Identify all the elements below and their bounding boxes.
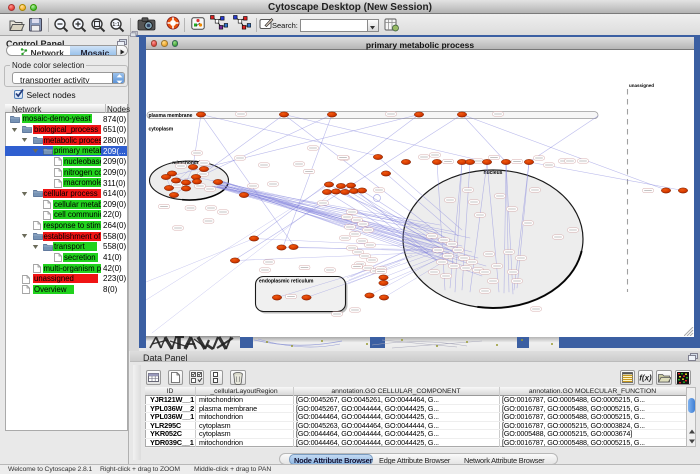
svg-text:plasma membrane: plasma membrane [149, 113, 193, 119]
svg-text:cytoplasm: cytoplasm [149, 127, 174, 133]
svg-text:nucleus: nucleus [484, 170, 503, 176]
svg-text:f(x): f(x) [639, 374, 652, 383]
svg-text:endoplasmic reticulum: endoplasmic reticulum [259, 279, 314, 285]
svg-text:1:1: 1:1 [112, 22, 119, 28]
svg-text:unassigned: unassigned [629, 83, 654, 88]
